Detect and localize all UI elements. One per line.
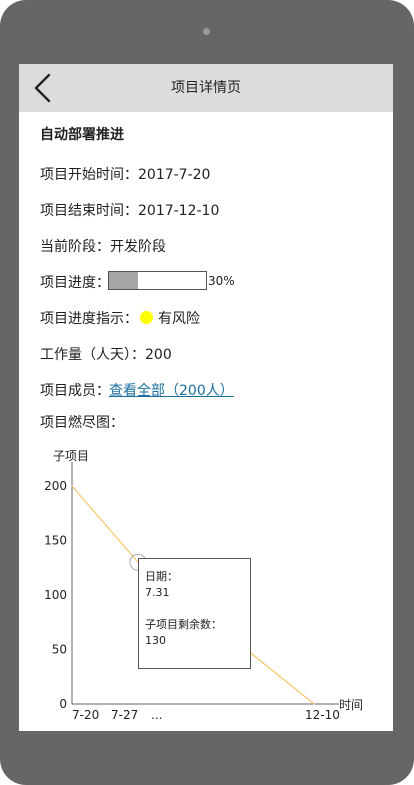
y-tick-label: 50: [52, 643, 67, 657]
app-screen: 项目详情页 自动部署推进 项目开始时间：2017-7-20 项目结束时间：201…: [19, 64, 393, 731]
data-point: [71, 485, 73, 487]
x-tick-label: ...: [151, 708, 162, 722]
data-point: [313, 703, 315, 705]
x-tick-label: 7-27: [111, 708, 138, 722]
tooltip-date-label: 日期：: [145, 570, 178, 583]
y-tick-label: 0: [59, 697, 67, 711]
x-axis-title: 时间: [339, 698, 363, 712]
x-tick-label: 12-10: [305, 708, 340, 722]
y-tick-label: 100: [44, 588, 67, 602]
y-axis-title: 子项目: [53, 449, 89, 463]
tooltip-date-value: 7.31: [145, 586, 170, 599]
x-tick-label: 7-20: [72, 708, 99, 722]
y-tick-label: 200: [44, 479, 67, 493]
y-tick-label: 150: [44, 534, 67, 548]
tooltip-remaining-label: 子项目剩余数：: [145, 618, 222, 631]
device-frame: 项目详情页 自动部署推进 项目开始时间：2017-7-20 项目结束时间：201…: [0, 0, 414, 785]
camera-dot: [203, 28, 210, 35]
tooltip-remaining-value: 130: [145, 634, 166, 647]
chart-tooltip: 日期： 7.31 子项目剩余数： 130: [138, 558, 251, 669]
